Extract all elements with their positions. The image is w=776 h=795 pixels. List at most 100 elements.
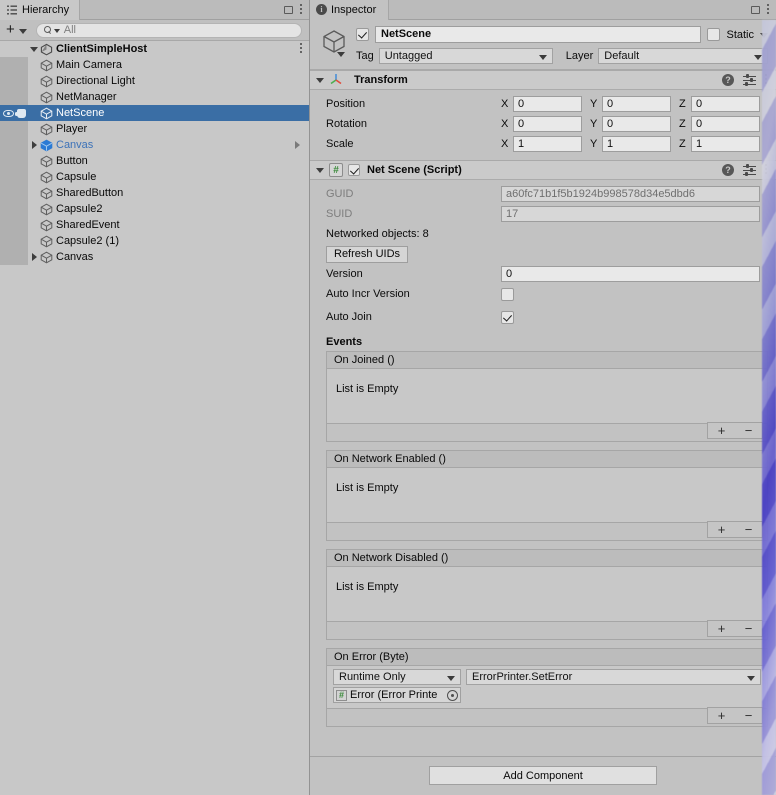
kebab-menu-icon[interactable] [300,3,303,16]
transform-scale-z-field[interactable]: 1 [691,136,760,152]
hierarchy-item-sharedevent[interactable]: SharedEvent [0,217,309,233]
tab-inspector[interactable]: i Inspector [310,0,390,20]
event-add-button[interactable]: + [718,423,726,438]
layer-dropdown[interactable]: Default [598,48,768,64]
axis-label-z: Z [679,98,686,110]
event-header[interactable]: On Network Disabled () [326,549,768,566]
event-add-button[interactable]: + [718,621,726,636]
transform-rotation-y-field[interactable]: 0 [602,116,671,132]
axis-label-y: Y [590,118,598,130]
transform-rotation-z-field[interactable]: 0 [691,116,760,132]
transform-component-header[interactable]: Transform ? [310,70,776,90]
gameobject-name-field[interactable]: NetScene [375,26,702,43]
scene-view-sliver[interactable] [762,20,776,795]
event-remove-button[interactable]: − [745,708,753,723]
transform-position-x-field[interactable]: 0 [513,96,582,112]
event-header[interactable]: On Network Enabled () [326,450,768,467]
hierarchy-item-capsule2-1[interactable]: Capsule2 (1) [0,233,309,249]
help-icon[interactable]: ? [722,164,734,176]
event-add-button[interactable]: + [718,522,726,537]
row-gutter [0,169,28,185]
expand-toggle[interactable] [28,141,40,149]
events-list: On Joined () List is Empty + − On Network En… [326,351,768,727]
auto-incr-checkbox[interactable] [501,287,514,301]
transform-scale-x-field[interactable]: 1 [513,136,582,152]
visibility-eye-icon[interactable] [3,109,14,117]
row-gutter [0,73,28,89]
event-header[interactable]: On Error (Byte) [326,648,768,665]
lock-icon[interactable] [751,5,760,14]
event-remove-button[interactable]: − [745,423,753,438]
event-add-button[interactable]: + [718,708,726,723]
event-mode-dropdown[interactable]: Runtime Only [333,669,461,685]
add-component-button[interactable]: Add Component [429,766,657,785]
scene-menu-icon[interactable] [300,43,303,55]
preset-icon[interactable] [743,74,756,86]
transform-scale-y-field[interactable]: 1 [602,136,671,152]
hierarchy-item-main-camera[interactable]: Main Camera [0,57,309,73]
tag-dropdown[interactable]: Untagged [378,48,553,64]
pickability-hand-icon[interactable] [15,108,26,118]
hierarchy-item-canvas[interactable]: Canvas [0,137,309,153]
gameobject-enabled-checkbox[interactable] [356,28,369,41]
auto-join-checkbox[interactable] [501,310,514,324]
netscene-component-header[interactable]: # Net Scene (Script) ? [310,160,776,180]
gameobject-icon-wrap[interactable] [318,26,350,64]
transform-label: Scale [326,138,354,150]
chevron-down-icon[interactable] [18,28,27,34]
hierarchy-item-canvas[interactable]: Canvas [0,249,309,265]
preset-icon[interactable] [743,164,756,176]
transform-row-scale: Scale X 1 Y 1 Z 1 [326,134,768,154]
row-gutter [0,89,28,105]
event-block-on-joined: On Joined () List is Empty + − [326,351,768,442]
event-title: On Network Disabled () [334,552,449,564]
hierarchy-item-netscene[interactable]: NetScene [0,105,309,121]
prefab-cube-icon [40,139,53,152]
hierarchy-scene-label: ClientSimpleHost [56,43,148,55]
event-object-field[interactable]: # Error (Error Printe [333,687,461,703]
gameobject-icon-dropdown-icon[interactable] [337,52,345,57]
add-gameobject-button[interactable]: + [5,22,16,37]
lock-icon[interactable] [284,5,293,14]
event-method-dropdown[interactable]: ErrorPrinter.SetError [466,669,761,685]
static-checkbox[interactable] [707,28,721,41]
transform-rotation-x-field[interactable]: 0 [513,116,582,132]
hierarchy-scene-row[interactable]: ClientSimpleHost [0,41,309,57]
transform-expand-toggle[interactable] [316,77,324,83]
kebab-menu-icon[interactable] [767,3,770,16]
search-input[interactable]: All [35,22,302,38]
netscene-enabled-checkbox[interactable] [348,164,360,176]
row-gutter [0,153,28,169]
hierarchy-item-player[interactable]: Player [0,121,309,137]
scene-expand-toggle[interactable] [28,46,40,52]
version-field[interactable]: 0 [501,266,760,282]
hierarchy-item-button[interactable]: Button [0,153,309,169]
help-icon[interactable]: ? [722,74,734,86]
expand-toggle[interactable] [28,253,40,261]
tab-hierarchy[interactable]: Hierarchy [0,0,81,20]
open-prefab-chevron-icon[interactable] [295,141,300,149]
axis-label-z: Z [679,118,686,130]
event-remove-button[interactable]: − [745,621,753,636]
event-footer: + − [326,422,768,442]
hierarchy-item-sharedbutton[interactable]: SharedButton [0,185,309,201]
hierarchy-toolbar: + All [0,20,309,41]
hierarchy-item-directional-light[interactable]: Directional Light [0,73,309,89]
search-filter-chevron-icon[interactable] [53,29,60,33]
refresh-uids-button[interactable]: Refresh UIDs [326,245,409,263]
axis-label-x: X [501,118,509,130]
axis-label-x: X [501,98,509,110]
transform-row-position: Position X 0 Y 0 Z 0 [326,94,768,114]
event-header[interactable]: On Joined () [326,351,768,368]
row-gutter [0,249,28,265]
tab-inspector-label: Inspector [331,3,377,16]
axis-label-y: Y [590,138,598,150]
netscene-expand-toggle[interactable] [316,167,324,173]
transform-position-z-field[interactable]: 0 [691,96,760,112]
object-picker-icon[interactable] [447,689,458,701]
hierarchy-item-capsule[interactable]: Capsule [0,169,309,185]
hierarchy-item-capsule2[interactable]: Capsule2 [0,201,309,217]
event-remove-button[interactable]: − [745,522,753,537]
hierarchy-item-netmanager[interactable]: NetManager [0,89,309,105]
transform-position-y-field[interactable]: 0 [602,96,671,112]
